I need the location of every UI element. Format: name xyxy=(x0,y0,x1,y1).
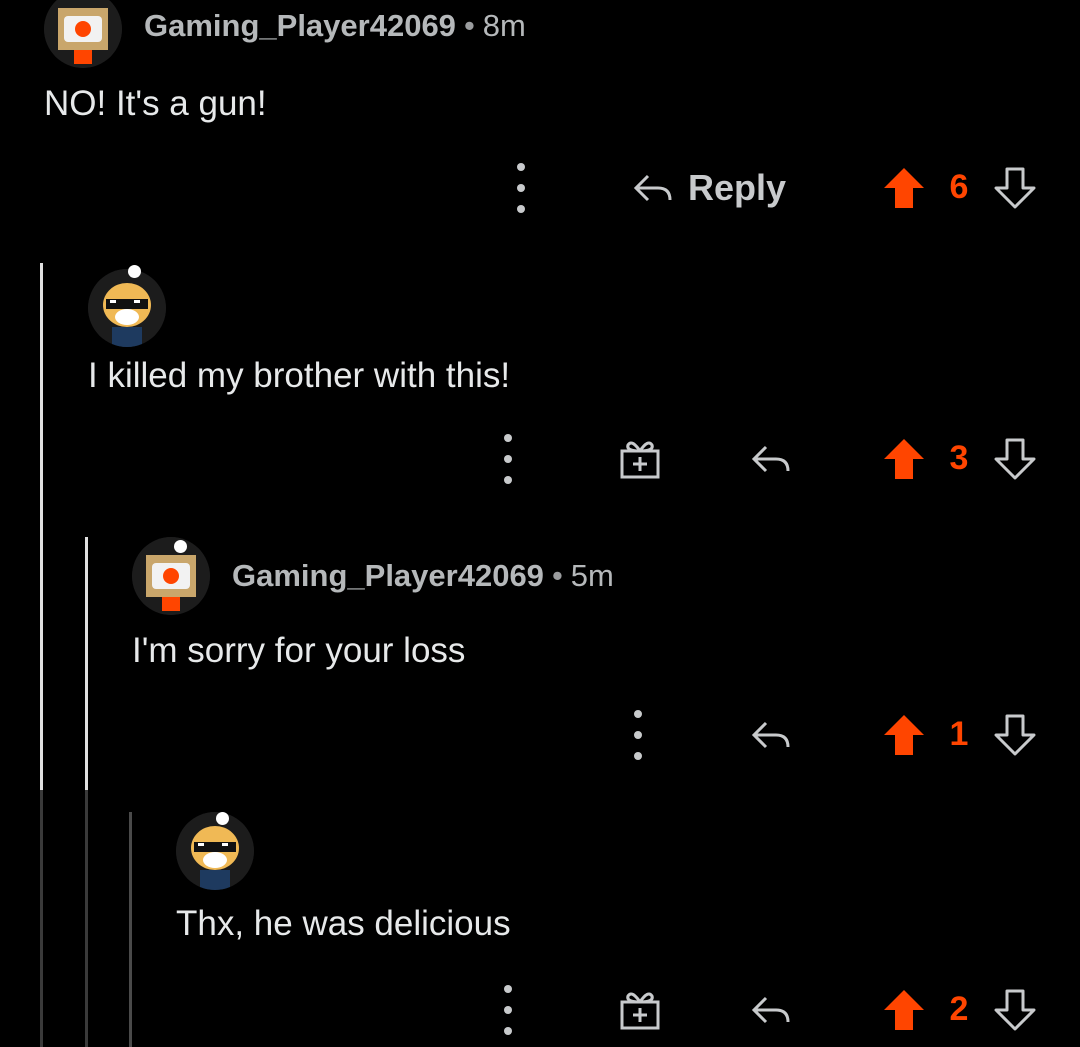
reply-button[interactable] xyxy=(750,441,792,477)
more-options-icon[interactable] xyxy=(511,163,531,213)
more-options-icon[interactable] xyxy=(498,434,518,484)
comment-actions: Reply 6 xyxy=(0,158,1080,218)
award-button[interactable] xyxy=(618,437,662,481)
comment-header: Gaming_Player42069 • 8m xyxy=(144,8,526,44)
online-indicator xyxy=(174,540,187,553)
username[interactable]: Gaming_Player42069 xyxy=(144,8,456,44)
more-options-icon[interactable] xyxy=(498,985,518,1035)
comment-body: I'm sorry for your loss xyxy=(132,631,466,670)
comment-actions: 1 xyxy=(0,705,1080,765)
avatar-doge[interactable] xyxy=(88,269,166,347)
award-button[interactable] xyxy=(618,988,662,1032)
upvote-button[interactable] xyxy=(882,988,926,1032)
downvote-arrow-icon xyxy=(994,989,1036,1031)
reply-arrow-icon xyxy=(751,721,790,749)
timestamp: 8m xyxy=(482,8,526,43)
upvote-arrow-icon xyxy=(884,168,924,208)
reply-arrow-icon xyxy=(751,445,790,473)
downvote-button[interactable] xyxy=(993,988,1037,1032)
reply-label: Reply xyxy=(688,167,787,208)
online-indicator xyxy=(128,265,141,278)
timestamp: 5m xyxy=(570,558,614,593)
score: 1 xyxy=(949,715,969,753)
upvote-button[interactable] xyxy=(882,713,926,757)
comment-3: Gaming_Player42069 • 5m I'm sorry for yo… xyxy=(0,537,1080,787)
comment-actions: 2 xyxy=(0,980,1080,1040)
avatar-robot[interactable] xyxy=(44,0,122,68)
award-gift-icon xyxy=(620,992,660,1030)
score: 2 xyxy=(949,990,969,1028)
downvote-arrow-icon xyxy=(994,714,1036,756)
downvote-arrow-icon xyxy=(994,167,1036,209)
doge-sunglasses-avatar-icon xyxy=(88,269,166,347)
score: 3 xyxy=(949,439,969,477)
downvote-button[interactable] xyxy=(993,437,1037,481)
more-options-icon[interactable] xyxy=(628,710,648,760)
downvote-button[interactable] xyxy=(993,166,1037,210)
downvote-arrow-icon xyxy=(994,438,1036,480)
comment-body: NO! It's a gun! xyxy=(44,84,267,123)
comment-1: Gaming_Player42069 • 8m NO! It's a gun! … xyxy=(0,0,1080,240)
reply-button[interactable] xyxy=(750,992,792,1028)
avatar-doge[interactable] xyxy=(176,812,254,890)
comment-body: I killed my brother with this! xyxy=(88,356,511,395)
separator-dot: • xyxy=(463,8,475,43)
comment-body: Thx, he was delicious xyxy=(176,904,511,943)
reply-button[interactable]: Reply xyxy=(632,158,786,218)
robot-box-avatar-icon xyxy=(44,0,122,68)
comment-4: Thx, he was delicious 2 xyxy=(0,812,1080,1047)
robot-box-avatar-icon xyxy=(132,537,210,615)
upvote-arrow-icon xyxy=(884,715,924,755)
comment-thread: Gaming_Player42069 • 8m NO! It's a gun! … xyxy=(0,0,1080,1047)
reply-button[interactable] xyxy=(750,717,792,753)
comment-header: Gaming_Player42069 • 5m xyxy=(232,558,614,594)
reply-arrow-icon xyxy=(751,996,790,1024)
avatar-robot[interactable] xyxy=(132,537,210,615)
reply-arrow-icon xyxy=(633,174,672,202)
upvote-arrow-icon xyxy=(884,990,924,1030)
online-indicator xyxy=(216,812,229,825)
username[interactable]: Gaming_Player42069 xyxy=(232,558,544,594)
award-gift-icon xyxy=(620,441,660,479)
score: 6 xyxy=(949,168,969,206)
upvote-arrow-icon xyxy=(884,439,924,479)
separator-dot: • xyxy=(551,558,563,593)
upvote-button[interactable] xyxy=(882,437,926,481)
upvote-button[interactable] xyxy=(882,166,926,210)
downvote-button[interactable] xyxy=(993,713,1037,757)
comment-actions: 3 xyxy=(0,429,1080,489)
comment-2: I killed my brother with this! 3 xyxy=(0,263,1080,513)
doge-sunglasses-avatar-icon xyxy=(176,812,254,890)
